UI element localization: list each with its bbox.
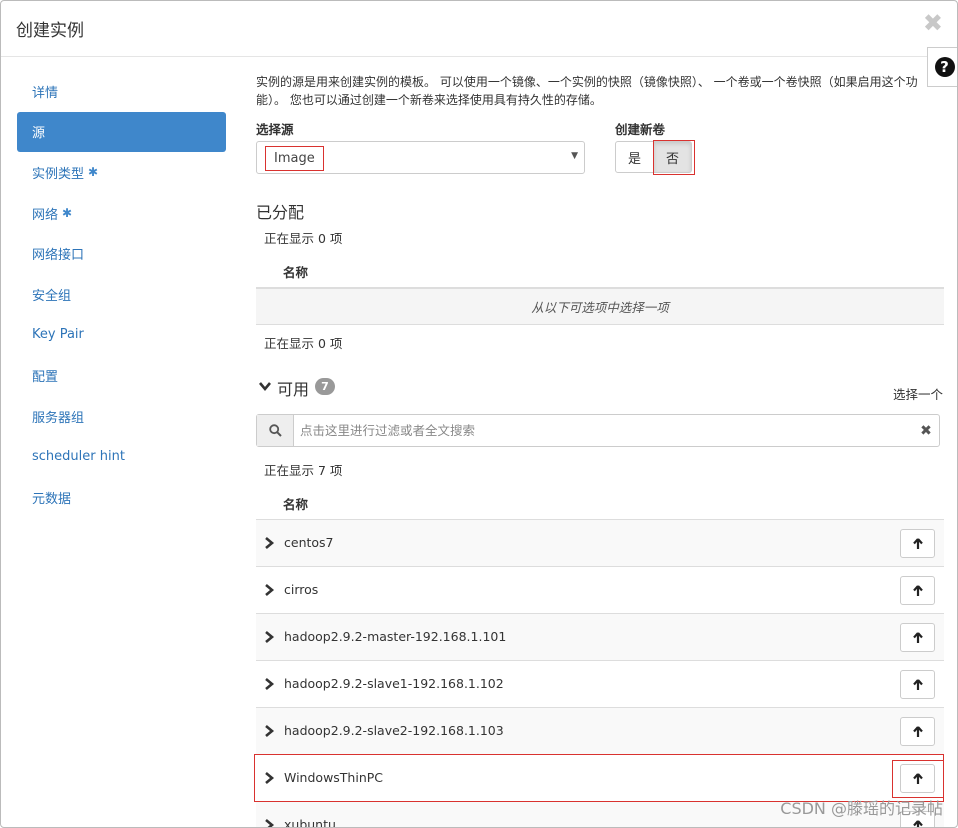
required-icon: ✱ bbox=[62, 206, 73, 221]
available-column-name: 名称 bbox=[283, 497, 309, 512]
available-table: centos7 cirros hadoop2.9.2-master-192.16… bbox=[254, 520, 944, 828]
clear-icon[interactable]: ✖ bbox=[913, 415, 939, 446]
available-title: 可用 bbox=[277, 380, 310, 399]
chevron-right-icon[interactable] bbox=[263, 630, 275, 644]
table-row: cirros bbox=[256, 567, 944, 614]
allocated-count-top: 正在显示 0 项 bbox=[264, 231, 343, 246]
sidebar-item-metadata[interactable]: 元数据 bbox=[17, 477, 226, 518]
table-row: centos7 bbox=[256, 520, 944, 567]
image-name: hadoop2.9.2-slave2-192.168.1.103 bbox=[284, 723, 504, 738]
image-name: WindowsThinPC bbox=[284, 770, 384, 785]
sidebar-item-configuration[interactable]: 配置 bbox=[17, 355, 226, 396]
chevron-right-icon[interactable] bbox=[263, 583, 275, 597]
sidebar-item-key-pair[interactable]: Key Pair bbox=[17, 315, 226, 356]
chevron-right-icon[interactable] bbox=[263, 724, 275, 738]
chevron-right-icon[interactable] bbox=[263, 677, 275, 691]
toggle-yes-button[interactable]: 是 bbox=[615, 141, 655, 173]
sidebar-item-flavor[interactable]: 实例类型 ✱ bbox=[17, 152, 226, 193]
caret-down-icon: ▼ bbox=[571, 151, 578, 161]
table-row: hadoop2.9.2-master-192.168.1.101 bbox=[256, 614, 944, 661]
sidebar-item-security-groups[interactable]: 安全组 bbox=[17, 274, 226, 315]
allocated-column-name: 名称 bbox=[283, 265, 309, 280]
arrow-up-icon bbox=[912, 725, 923, 737]
new-volume-toggle: 是 否 bbox=[615, 140, 696, 175]
image-name: xubuntu bbox=[284, 817, 336, 828]
help-button[interactable]: ? bbox=[927, 47, 957, 87]
image-name: hadoop2.9.2-slave1-192.168.1.102 bbox=[284, 676, 504, 691]
create-instance-modal: 创建实例 ✖ ? 详情 源 实例类型 ✱ 网络 ✱ 网络接口 安全组 Key Pai… bbox=[0, 0, 958, 828]
arrow-up-icon bbox=[912, 631, 923, 643]
source-select-value: Image bbox=[265, 146, 324, 171]
table-row: hadoop2.9.2-slave1-192.168.1.102 bbox=[256, 661, 944, 708]
wizard-sidebar: 详情 源 实例类型 ✱ 网络 ✱ 网络接口 安全组 Key Pair 配置 服务器组… bbox=[17, 71, 226, 518]
watermark: CSDN @滕瑶的记录帖 bbox=[780, 799, 943, 818]
close-icon[interactable]: ✖ bbox=[923, 11, 943, 35]
allocate-button[interactable] bbox=[900, 764, 935, 793]
search-icon bbox=[257, 415, 294, 446]
table-row: hadoop2.9.2-slave2-192.168.1.103 bbox=[256, 708, 944, 755]
chevron-right-icon[interactable] bbox=[263, 536, 275, 550]
allocate-button[interactable] bbox=[900, 623, 935, 652]
available-count: 正在显示 7 项 bbox=[264, 463, 343, 478]
search-input[interactable] bbox=[294, 415, 913, 446]
allocated-count-bottom: 正在显示 0 项 bbox=[264, 336, 343, 351]
new-volume-label: 创建新卷 bbox=[615, 122, 666, 137]
arrow-up-icon bbox=[912, 584, 923, 596]
required-icon: ✱ bbox=[88, 165, 99, 180]
allocated-empty-row: 从以下可选项中选择一项 bbox=[256, 289, 944, 325]
image-name: cirros bbox=[284, 582, 319, 597]
search-bar: ✖ bbox=[256, 414, 940, 447]
select-one-text: 选择一个 bbox=[892, 387, 943, 402]
sidebar-item-server-groups[interactable]: 服务器组 bbox=[17, 396, 226, 437]
source-select[interactable]: Image ▼ bbox=[256, 141, 585, 174]
chevron-right-icon[interactable] bbox=[263, 771, 275, 785]
sidebar-item-networks[interactable]: 网络 ✱ bbox=[17, 193, 226, 234]
select-source-label: 选择源 bbox=[256, 122, 294, 137]
arrow-up-icon bbox=[912, 678, 923, 690]
toggle-no-button[interactable]: 否 bbox=[653, 140, 696, 175]
allocate-button[interactable] bbox=[900, 717, 935, 746]
sidebar-item-details[interactable]: 详情 bbox=[17, 71, 226, 112]
chevron-right-icon[interactable] bbox=[263, 818, 275, 828]
modal-header: 创建实例 ✖ bbox=[1, 1, 957, 57]
intro-text: 实例的源是用来创建实例的模板。 可以使用一个镜像、一个实例的快照（镜像快照）、 … bbox=[256, 75, 918, 107]
allocate-button[interactable] bbox=[900, 576, 935, 605]
chevron-down-icon[interactable] bbox=[258, 379, 272, 393]
arrow-up-icon bbox=[912, 772, 923, 784]
image-name: hadoop2.9.2-master-192.168.1.101 bbox=[284, 629, 507, 644]
arrow-up-icon bbox=[912, 537, 923, 549]
available-count-badge: 7 bbox=[315, 378, 335, 395]
allocated-title: 已分配 bbox=[256, 203, 305, 222]
image-name: centos7 bbox=[284, 535, 334, 550]
sidebar-item-scheduler-hint[interactable]: scheduler hint bbox=[17, 436, 226, 477]
sidebar-item-source[interactable]: 源 bbox=[17, 111, 226, 153]
modal-title: 创建实例 bbox=[16, 21, 84, 41]
question-icon: ? bbox=[934, 57, 955, 77]
arrow-up-icon bbox=[912, 819, 923, 827]
allocate-button[interactable] bbox=[900, 529, 935, 558]
sidebar-item-network-ports[interactable]: 网络接口 bbox=[17, 233, 226, 274]
allocate-button[interactable] bbox=[900, 670, 935, 699]
